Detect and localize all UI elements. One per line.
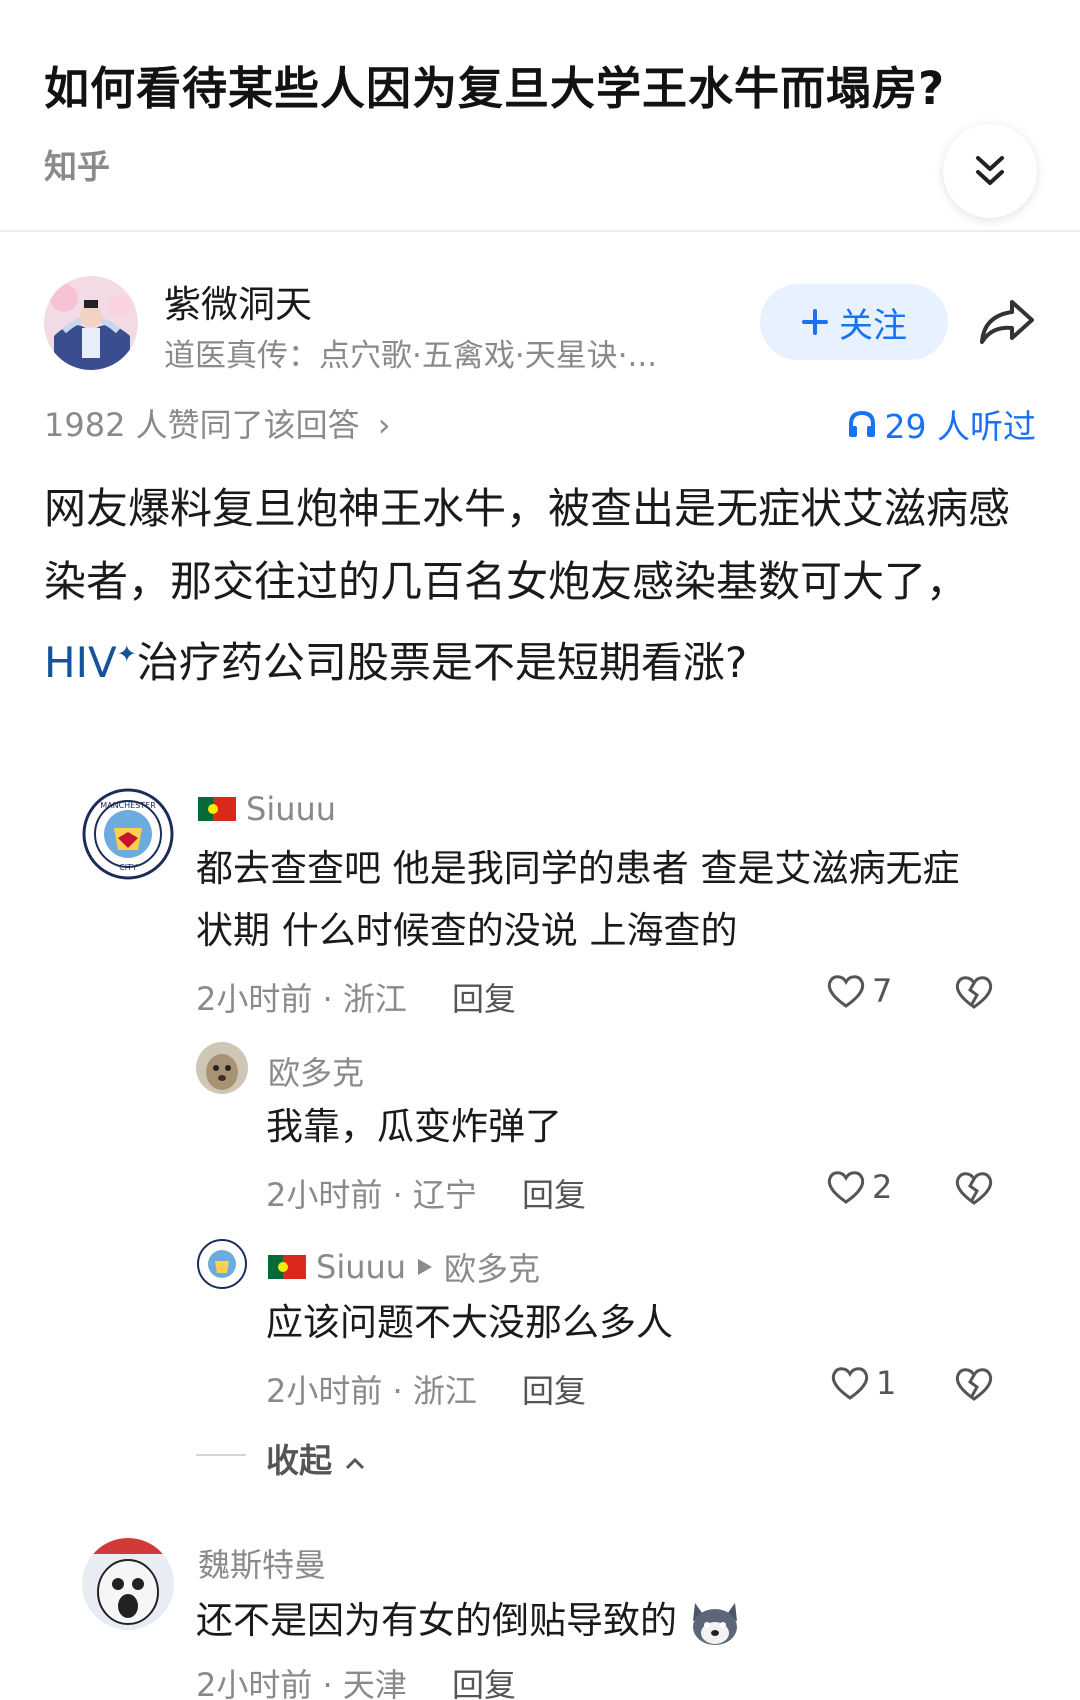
commenter-avatar[interactable] — [196, 1238, 248, 1290]
follow-label: 关注 — [839, 305, 907, 346]
votes-text: 1982 人赞同了该回答 — [44, 406, 360, 444]
author-name[interactable]: 紫微洞天 — [164, 274, 312, 328]
collapse-button[interactable]: 收起 — [266, 1434, 366, 1482]
heart-icon — [827, 975, 865, 1008]
like-count: 7 — [872, 972, 893, 1010]
answer-text-1: 网友爆料复旦炮神王水牛，被查出是无症状艾滋病感染者，那交往过的几百名女炮友感染基… — [44, 484, 1011, 606]
broken-heart-icon[interactable] — [954, 974, 994, 1010]
svg-text:CITY: CITY — [119, 863, 137, 872]
heart-icon — [827, 1171, 865, 1204]
husky-emoji-icon — [692, 1602, 737, 1645]
comment-meta: 2小时前 · 浙江 — [266, 1372, 477, 1410]
reply-button[interactable]: 回复 — [452, 1660, 516, 1700]
reply-arrow-icon — [418, 1259, 433, 1275]
answer-text-2: 治疗药公司股票是不是短期看涨? — [136, 638, 748, 687]
like-count: 1 — [876, 1364, 897, 1402]
reply-to-name: 欧多克 — [444, 1250, 541, 1288]
commenter-avatar[interactable] — [196, 1042, 248, 1094]
like-button[interactable]: 1 — [830, 1364, 896, 1402]
svg-text:MANCHESTER: MANCHESTER — [100, 801, 156, 810]
expand-button[interactable] — [943, 124, 1037, 218]
like-button[interactable]: 2 — [826, 1168, 892, 1206]
comment-author-name: Siuuu — [316, 1248, 407, 1286]
question-header: 如何看待某些人因为复旦大学王水牛而塌房? 知乎 — [0, 0, 1080, 232]
listened-text: 29 人听过 — [884, 407, 1036, 446]
votes-count[interactable]: 1982 人赞同了该回答 › — [44, 400, 391, 446]
comment-meta: 2小时前 · 天津 — [196, 1666, 407, 1700]
commenter-avatar[interactable] — [82, 1538, 174, 1630]
comment-meta: 2小时前 · 浙江 — [196, 980, 407, 1018]
comment-author[interactable]: Siuuu — [198, 790, 336, 828]
hiv-link[interactable]: HIV — [44, 638, 117, 687]
reply-button[interactable]: 回复 — [522, 1366, 586, 1412]
comment-meta: 2小时前 · 辽宁 — [266, 1176, 477, 1214]
reply-button[interactable]: 回复 — [452, 974, 516, 1020]
chevron-right-icon: › — [377, 406, 391, 444]
comment-text: 都去查查吧 他是我同学的患者 查是艾滋病无症状期 什么时候查的没说 上海查的 — [196, 847, 960, 952]
like-button[interactable]: 7 — [826, 972, 892, 1010]
comment-author[interactable]: 魏斯特曼 — [198, 1540, 326, 1586]
portugal-flag-icon — [198, 797, 236, 821]
comment-author-name: Siuuu — [246, 790, 337, 828]
broken-heart-icon[interactable] — [954, 1366, 994, 1402]
comment-author-name: 魏斯特曼 — [198, 1546, 327, 1584]
share-arrow-icon[interactable] — [976, 296, 1038, 348]
link-sparkle-icon: ✦ — [116, 640, 137, 668]
comment-author[interactable]: 欧多克 — [268, 1048, 364, 1094]
broken-heart-icon[interactable] — [954, 1170, 994, 1206]
comment-author[interactable]: Siuuu 欧多克 — [268, 1244, 540, 1290]
listened-count[interactable]: 29 人听过 — [847, 400, 1036, 448]
comment-text: 我靠，瓜变炸弹了 — [266, 1105, 562, 1148]
reply-button[interactable]: 回复 — [522, 1170, 586, 1216]
divider — [196, 1454, 246, 1456]
collapse-label: 收起 — [266, 1441, 332, 1480]
comment-text-content: 还不是因为有女的倒贴导致的 — [196, 1599, 677, 1642]
plus-icon — [802, 309, 828, 335]
author-bio: 道医真传：点穴歌·五禽戏·天星诀·... — [164, 338, 658, 374]
portugal-flag-icon — [268, 1255, 306, 1279]
question-title[interactable]: 如何看待某些人因为复旦大学王水牛而塌房? — [44, 52, 945, 117]
comment-author-name: 欧多克 — [268, 1054, 365, 1092]
commenter-avatar[interactable]: MANCHESTER CITY — [82, 788, 174, 880]
comment-text: 应该问题不大没那么多人 — [266, 1301, 673, 1344]
like-count: 2 — [872, 1168, 893, 1206]
headphones-icon — [848, 410, 875, 437]
answer-body: 网友爆料复旦炮神王水牛，被查出是无症状艾滋病感染者，那交往过的几百名女炮友感染基… — [44, 472, 1044, 699]
heart-icon — [831, 1367, 869, 1400]
author-avatar[interactable] — [44, 276, 138, 370]
comment-text: 还不是因为有女的倒贴导致的 — [196, 1590, 956, 1652]
follow-button[interactable]: 关注 — [760, 284, 948, 360]
double-chevron-down-icon — [976, 156, 1004, 185]
chevron-up-icon — [345, 1457, 364, 1470]
source-label[interactable]: 知乎 — [44, 140, 110, 188]
